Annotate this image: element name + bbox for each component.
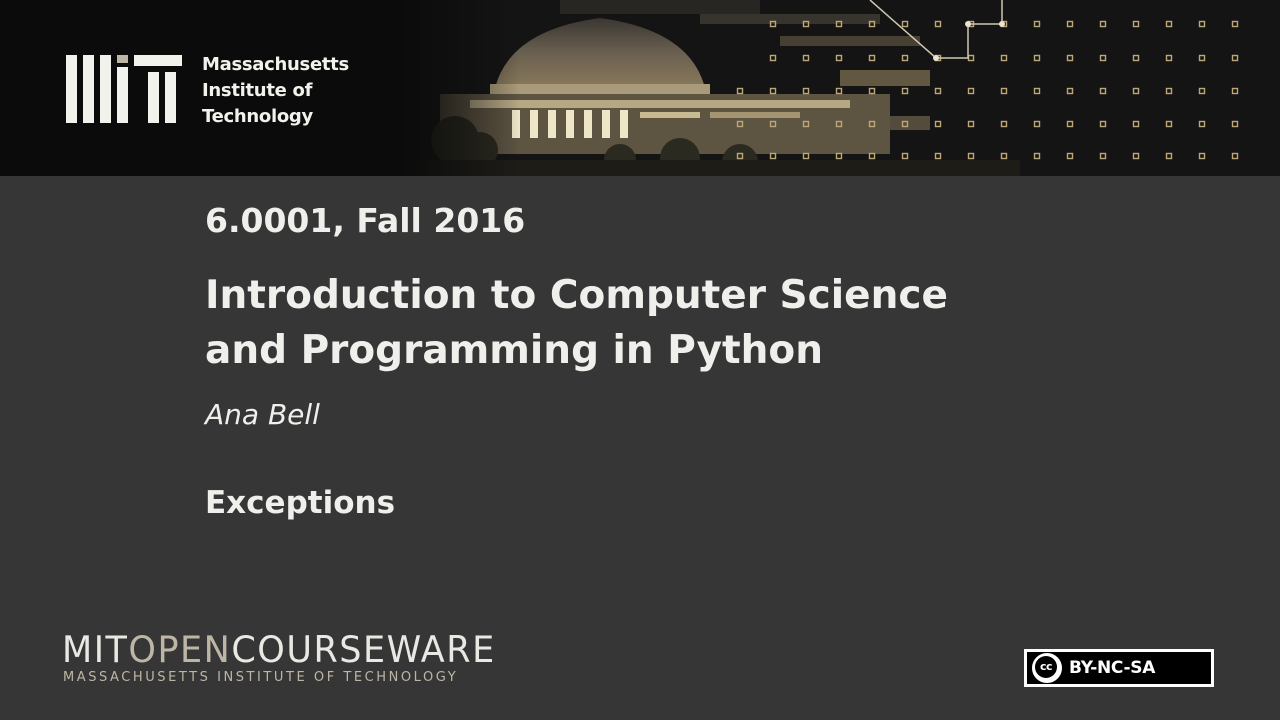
title-slide: Massachusetts Institute of Technology 6.… — [0, 0, 1280, 720]
mit-logo — [66, 55, 182, 123]
cc-license-badge: cc BY-NC-SA — [1024, 649, 1214, 687]
ocw-logo-courseware: COURSEWARE — [231, 630, 496, 672]
institution-line: Institute of — [202, 80, 313, 101]
license-terms: BY-NC-SA — [1069, 658, 1156, 678]
dome-photo — [400, 0, 1280, 176]
institution-line: Technology — [202, 106, 313, 127]
course-title-line: Introduction to Computer Science — [205, 273, 948, 318]
ocw-logo-open: OPEN — [128, 630, 232, 672]
institution-name: Massachusetts Institute of Technology — [202, 52, 349, 130]
institution-line: Massachusetts — [202, 54, 349, 75]
lecture-title: Exceptions — [205, 485, 396, 521]
header-banner: Massachusetts Institute of Technology — [0, 0, 1280, 176]
cc-symbol: cc — [1035, 656, 1057, 678]
ocw-logo: MITOPENCOURSEWARE — [62, 630, 496, 672]
course-title-line: and Programming in Python — [205, 328, 823, 373]
creative-commons-icon: cc — [1031, 652, 1063, 684]
course-number: 6.0001, Fall 2016 — [205, 201, 526, 240]
instructor-name: Ana Bell — [205, 398, 320, 431]
cc-license-inner: cc BY-NC-SA — [1027, 652, 1211, 684]
ocw-logo-mit: MIT — [62, 630, 129, 672]
course-title: Introduction to Computer Science and Pro… — [205, 268, 948, 378]
ocw-subtitle: MASSACHUSETTS INSTITUTE OF TECHNOLOGY — [63, 670, 459, 685]
